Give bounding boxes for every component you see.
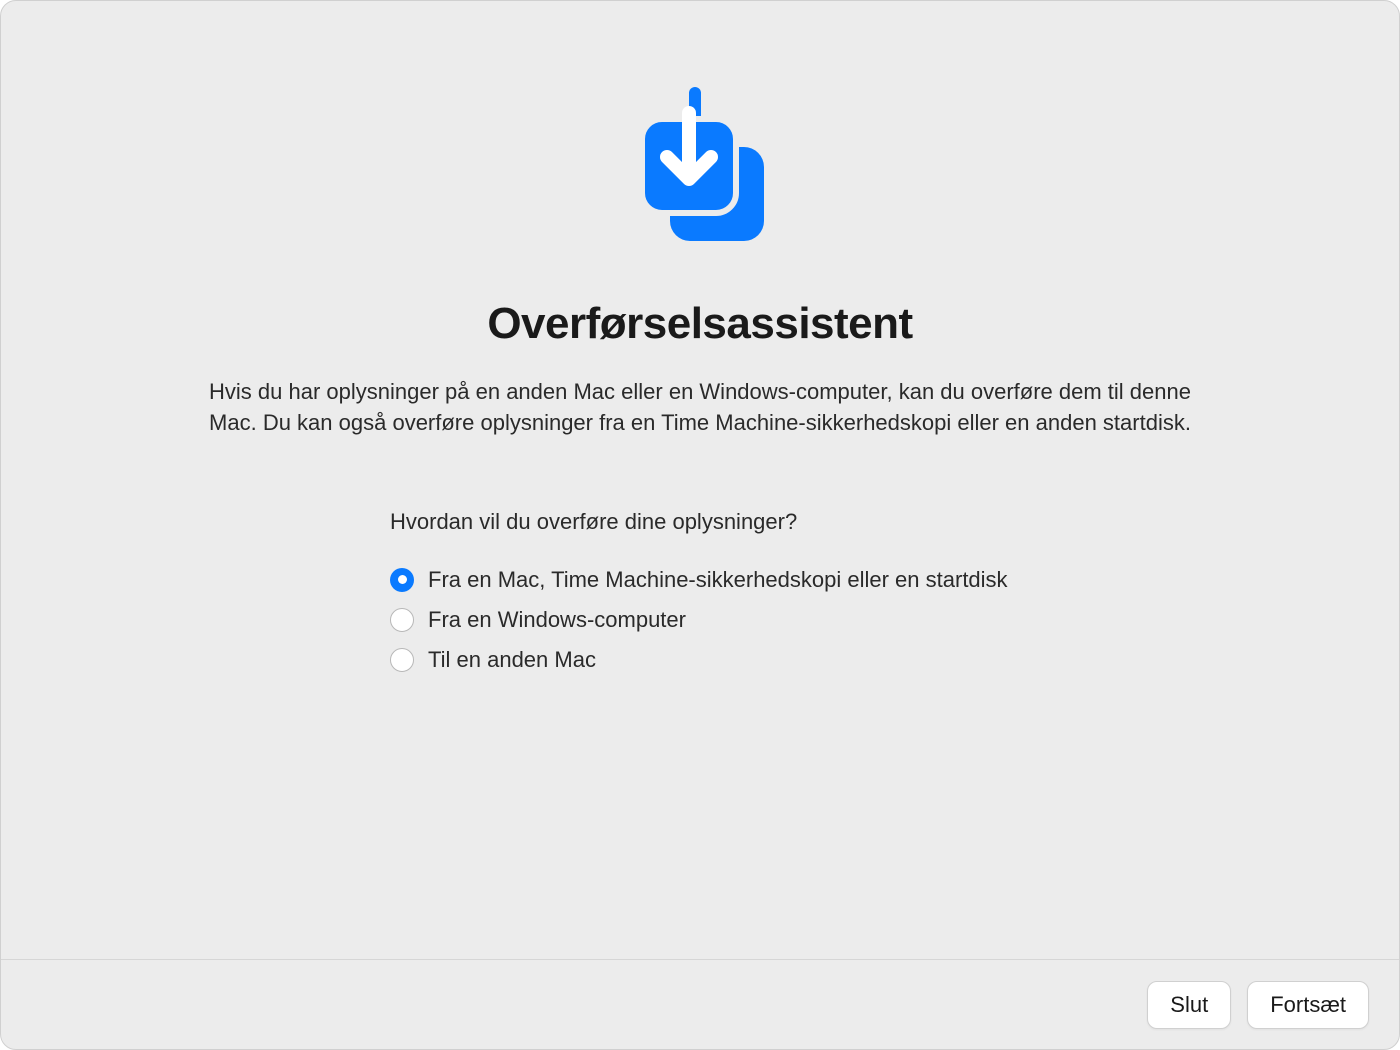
option-to-another-mac[interactable]: Til en anden Mac xyxy=(390,647,596,673)
option-label: Fra en Mac, Time Machine-sikkerhedskopi … xyxy=(428,567,1008,593)
option-from-mac[interactable]: Fra en Mac, Time Machine-sikkerhedskopi … xyxy=(390,567,1008,593)
option-label: Til en anden Mac xyxy=(428,647,596,673)
page-title: Overførselsassistent xyxy=(487,299,912,349)
radio-indicator xyxy=(390,648,414,672)
continue-button[interactable]: Fortsæt xyxy=(1247,981,1369,1029)
transfer-options: Hvordan vil du overføre dine oplysninger… xyxy=(390,509,1010,687)
footer-bar: Slut Fortsæt xyxy=(1,959,1399,1049)
radio-indicator xyxy=(390,568,414,592)
transfer-question: Hvordan vil du overføre dine oplysninger… xyxy=(390,509,797,535)
main-content: Overførselsassistent Hvis du har oplysni… xyxy=(1,1,1399,959)
migration-assistant-window: Overførselsassistent Hvis du har oplysni… xyxy=(0,0,1400,1050)
quit-button[interactable]: Slut xyxy=(1147,981,1231,1029)
option-label: Fra en Windows-computer xyxy=(428,607,686,633)
radio-indicator xyxy=(390,608,414,632)
page-description: Hvis du har oplysninger på en anden Mac … xyxy=(200,377,1200,439)
migration-icon xyxy=(620,81,780,271)
option-from-windows[interactable]: Fra en Windows-computer xyxy=(390,607,686,633)
